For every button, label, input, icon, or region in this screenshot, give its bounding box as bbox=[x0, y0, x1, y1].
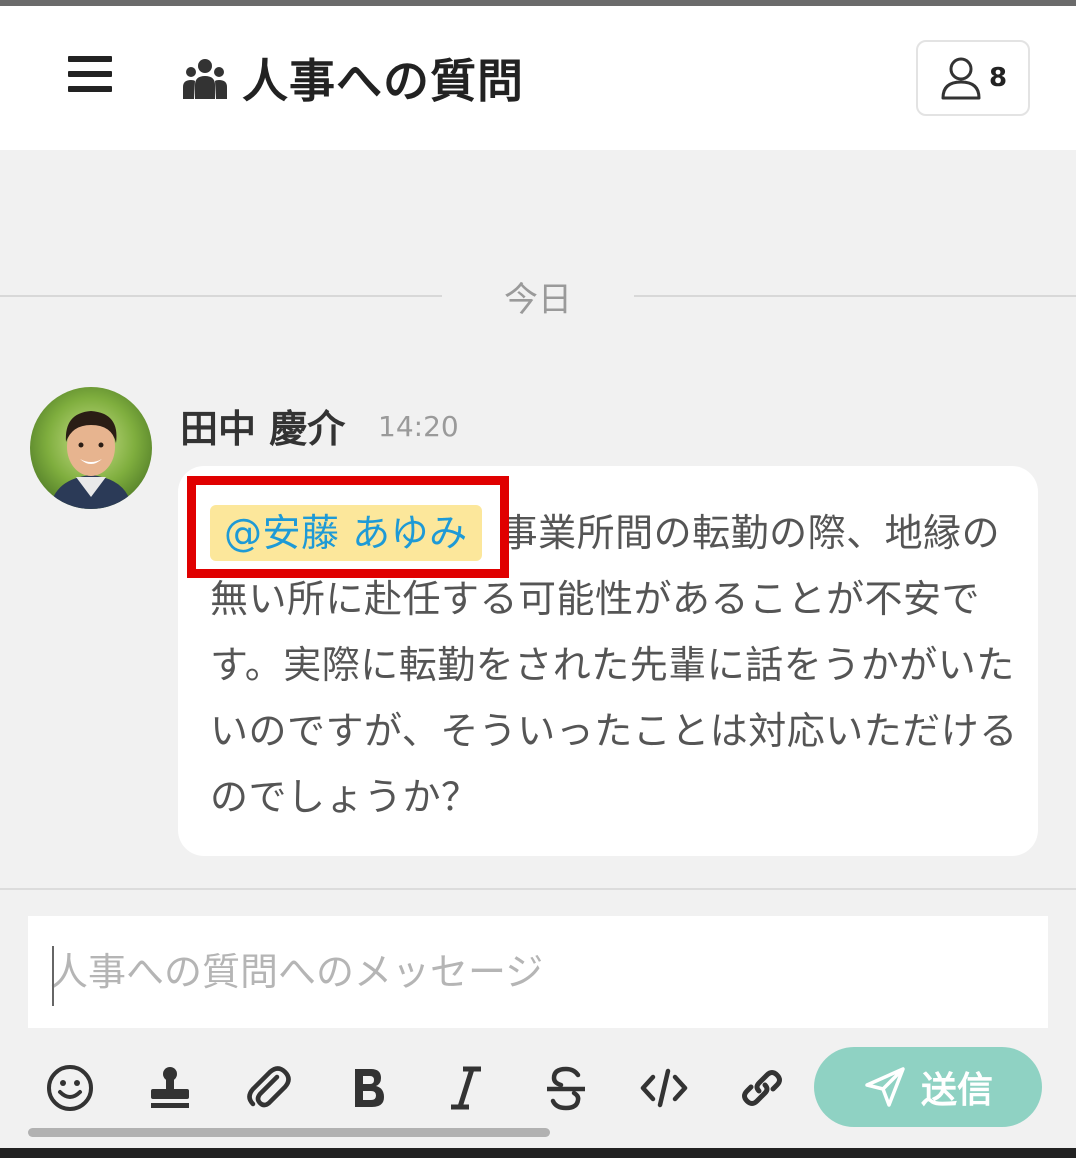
avatar-photo bbox=[30, 387, 152, 509]
link-button[interactable] bbox=[734, 1060, 790, 1116]
divider-line bbox=[0, 295, 442, 297]
send-label: 送信 bbox=[920, 1070, 993, 1111]
stamp-icon bbox=[151, 1067, 189, 1108]
channel-header: 人事への質問 8 bbox=[0, 6, 1076, 150]
date-label: 今日 bbox=[504, 280, 572, 320]
code-icon bbox=[640, 1068, 688, 1108]
bold-icon bbox=[355, 1069, 384, 1107]
message-input[interactable] bbox=[28, 916, 1048, 1028]
message-bubble: @安藤 あゆみ 事業所間の転勤の際、地縁の無い所に赴任する可能性があることが不安で… bbox=[178, 466, 1038, 856]
strikethrough-icon bbox=[547, 1066, 585, 1111]
mention-tag[interactable]: @安藤 あゆみ bbox=[210, 505, 482, 561]
send-icon bbox=[865, 1067, 905, 1107]
members-button[interactable]: 8 bbox=[916, 40, 1030, 116]
channel-title-group: 人事への質問 bbox=[180, 46, 524, 110]
link-icon bbox=[742, 1070, 782, 1106]
stamp-button[interactable] bbox=[142, 1060, 198, 1116]
attachment-icon bbox=[247, 1066, 291, 1108]
channel-title: 人事への質問 bbox=[242, 54, 524, 108]
bottom-edge bbox=[0, 1148, 1076, 1158]
attachment-button[interactable] bbox=[240, 1060, 296, 1116]
sender-avatar[interactable] bbox=[30, 387, 152, 509]
send-button[interactable]: 送信 bbox=[814, 1047, 1042, 1127]
message-timestamp: 14:20 bbox=[378, 410, 459, 443]
date-divider: 今日 bbox=[0, 270, 1076, 320]
member-icon bbox=[941, 57, 981, 100]
menu-icon-bar bbox=[68, 86, 112, 92]
emoji-icon bbox=[47, 1065, 93, 1111]
composer-separator bbox=[0, 888, 1076, 890]
group-icon bbox=[183, 59, 227, 99]
divider-line bbox=[634, 295, 1076, 297]
menu-icon-bar bbox=[68, 71, 112, 77]
emoji-button[interactable] bbox=[42, 1060, 98, 1116]
italic-icon bbox=[451, 1066, 481, 1110]
text-caret bbox=[52, 946, 54, 1006]
sender-name[interactable]: 田中 慶介 bbox=[180, 398, 345, 453]
code-button[interactable] bbox=[636, 1060, 692, 1116]
menu-button[interactable] bbox=[68, 56, 114, 92]
bold-button[interactable] bbox=[340, 1060, 396, 1116]
italic-button[interactable] bbox=[438, 1060, 494, 1116]
horizontal-scrollbar[interactable] bbox=[28, 1128, 550, 1137]
message-composer[interactable] bbox=[28, 916, 1048, 1028]
strikethrough-button[interactable] bbox=[538, 1060, 594, 1116]
menu-icon-bar bbox=[68, 56, 112, 62]
message-body: @安藤 あゆみ 事業所間の転勤の際、地縁の無い所に赴任する可能性があることが不安で… bbox=[210, 500, 1022, 830]
member-count: 8 bbox=[988, 63, 1008, 93]
